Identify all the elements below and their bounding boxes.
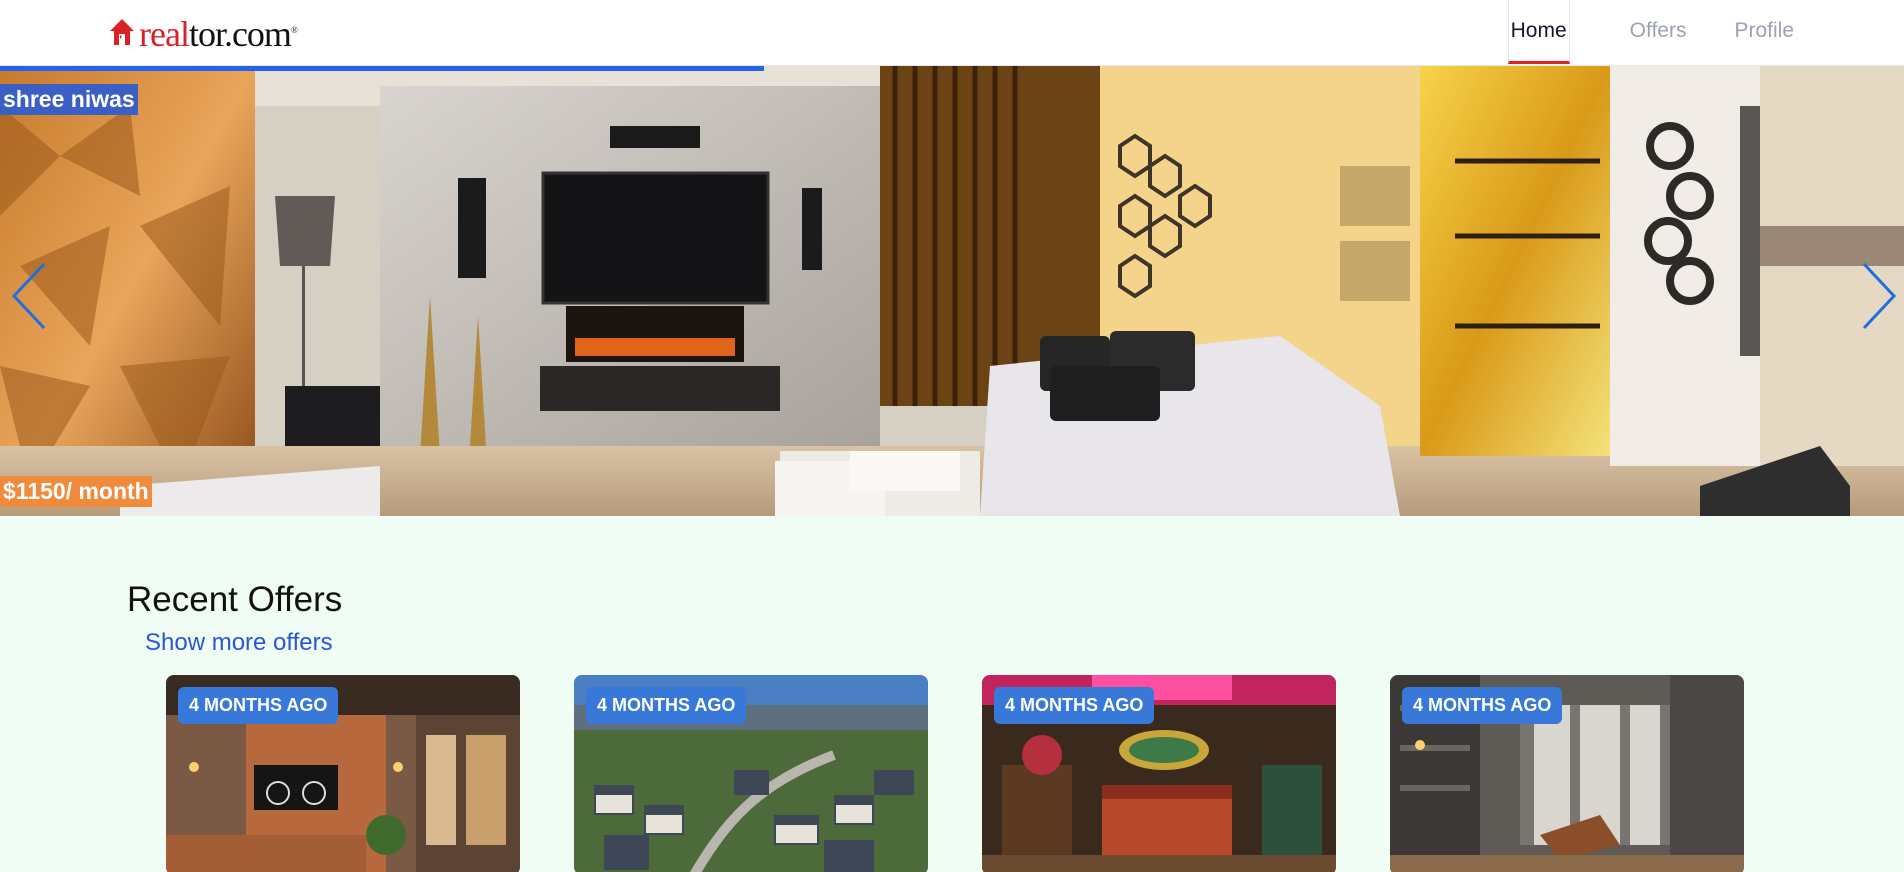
hero-listing-price: $1150/ month bbox=[0, 476, 152, 507]
offer-card[interactable]: 4 MONTHS AGO bbox=[1390, 675, 1744, 872]
offer-time-badge: 4 MONTHS AGO bbox=[1402, 687, 1563, 724]
chevron-right-icon[interactable] bbox=[1854, 256, 1904, 336]
main-nav: Home Offers Profile bbox=[1507, 0, 1818, 66]
offer-time-badge: 4 MONTHS AGO bbox=[994, 687, 1155, 724]
hero-listing-title: shree niwas bbox=[0, 84, 138, 115]
nav-home[interactable]: Home bbox=[1507, 0, 1570, 64]
offer-time-badge: 4 MONTHS AGO bbox=[178, 687, 339, 724]
nav-profile[interactable]: Profile bbox=[1710, 0, 1818, 62]
recent-offers-heading: Recent Offers bbox=[127, 580, 343, 619]
hero-slide-image bbox=[0, 66, 1904, 516]
offer-time-badge: 4 MONTHS AGO bbox=[586, 687, 747, 724]
nav-offers[interactable]: Offers bbox=[1606, 0, 1711, 62]
logo-wordmark: realtor.com® bbox=[139, 14, 298, 54]
hero-carousel: shree niwas $1150/ month bbox=[0, 66, 1904, 516]
offer-card[interactable]: 4 MONTHS AGO bbox=[982, 675, 1336, 872]
chevron-left-icon[interactable] bbox=[4, 256, 54, 336]
offer-card[interactable]: 4 MONTHS AGO bbox=[166, 675, 520, 872]
top-navbar: realtor.com® Home Offers Profile bbox=[0, 0, 1904, 66]
house-icon bbox=[110, 19, 134, 45]
show-more-offers-link[interactable]: Show more offers bbox=[145, 629, 333, 657]
offer-card[interactable]: 4 MONTHS AGO bbox=[574, 675, 928, 872]
slide-progress-bar bbox=[0, 66, 764, 71]
realtor-logo[interactable]: realtor.com® bbox=[109, 12, 298, 54]
